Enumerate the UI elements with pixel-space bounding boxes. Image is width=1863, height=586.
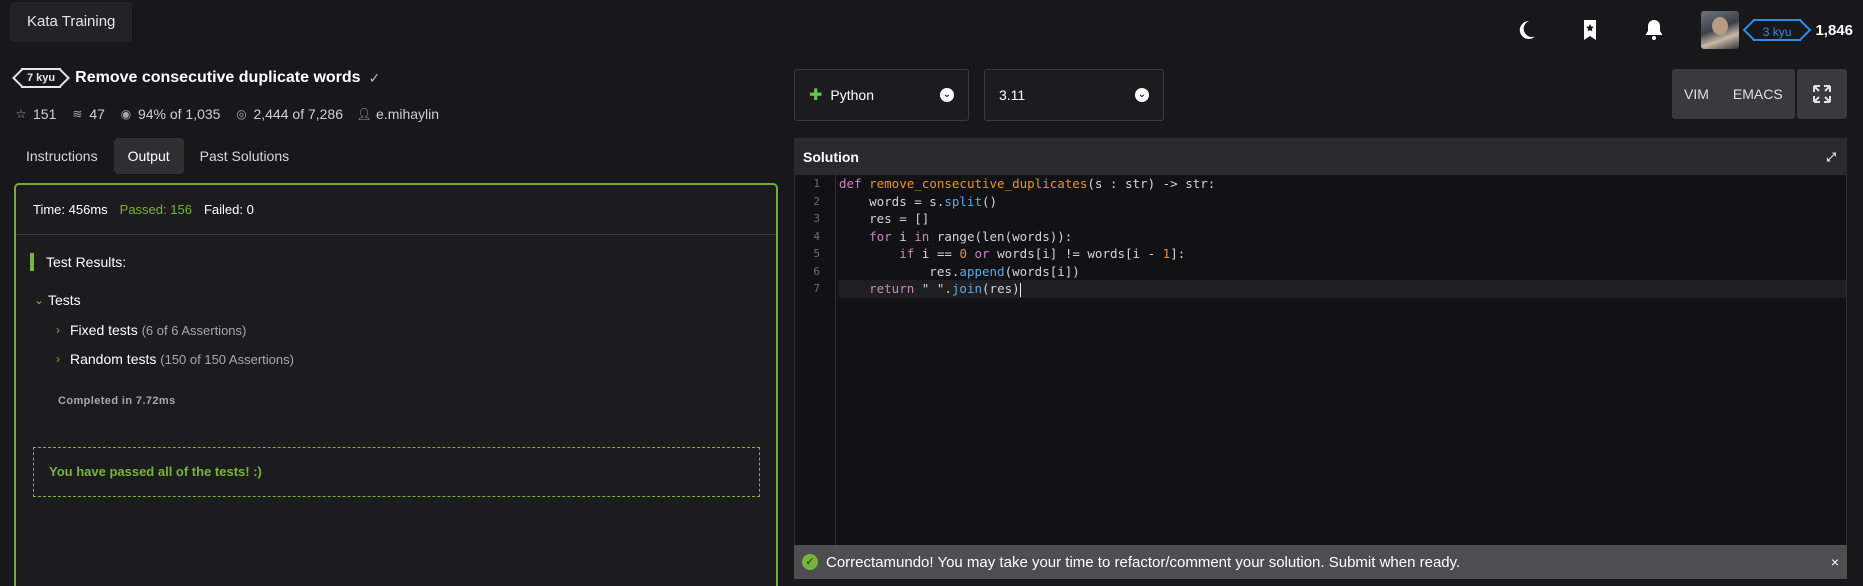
satisfaction-value: 94% <box>137 106 166 122</box>
language-value: Python <box>830 87 874 103</box>
solution-panel: Solution ⤢ 1 2 3 4 5 6 7 def remove_cons… <box>794 138 1847 578</box>
author-name[interactable]: e.mihaylin <box>376 106 439 122</box>
output-panel: Time: 456ms Passed: 156 Failed: 0 Test R… <box>14 183 778 586</box>
completed-time: Completed in 7.72ms <box>58 395 176 407</box>
output-summary: Time: 456ms Passed: 156 Failed: 0 <box>16 185 776 235</box>
user-icon: 👤︎ <box>356 107 372 121</box>
line-number: 5 <box>813 247 820 260</box>
user-rank: 3 kyu <box>1752 19 1802 41</box>
code-line-active: return " ".join(res) <box>839 280 1846 298</box>
collections-stat[interactable]: ≋ 47 <box>70 106 105 122</box>
line-number: 1 <box>813 177 820 190</box>
author-stat[interactable]: 👤︎ e.mihaylin <box>356 106 439 122</box>
test-tree: ⌄ Tests › Fixed tests (6 of 6 Assertions… <box>34 290 294 367</box>
line-number: 2 <box>813 194 820 208</box>
tab-instructions[interactable]: Instructions <box>12 138 112 174</box>
version-select[interactable]: 3.11 ⌄ <box>984 69 1164 121</box>
top-icons: 3 kyu 1,846 <box>1477 10 1853 50</box>
test-results-title: Test Results: <box>30 253 126 271</box>
kata-header: 7 kyu Remove consecutive duplicate words… <box>14 64 380 92</box>
chevron-down-icon: ⌄ <box>1135 88 1149 102</box>
line-number: 7 <box>813 282 820 295</box>
completed-count: 2,444 <box>253 106 289 122</box>
emacs-button[interactable]: EMACS <box>1721 69 1795 119</box>
random-tests-count: (150 of 150 Assertions) <box>160 351 294 367</box>
notice-message: Correctamundo! You may take your time to… <box>826 553 1461 571</box>
text-cursor <box>1019 282 1021 297</box>
random-tests-label: Random tests <box>70 351 157 367</box>
line-gutter: 1 2 3 4 5 6 7 <box>795 175 836 577</box>
vim-button[interactable]: VIM <box>1672 69 1721 119</box>
top-bar: Kata Training 3 kyu 1,846 <box>0 0 1863 58</box>
kata-stats: ☆ 151 ≋ 47 ◉ 94% of 1,035 ◎ 2,444 of 7,2… <box>14 106 453 122</box>
code-lines[interactable]: def remove_consecutive_duplicates(s : st… <box>839 175 1846 298</box>
expand-icon <box>1813 85 1831 103</box>
attempted-count: of 7,286 <box>292 106 344 122</box>
moon-icon[interactable] <box>1511 15 1541 45</box>
solution-title: Solution <box>803 149 859 165</box>
tab-output[interactable]: Output <box>113 138 184 174</box>
tab-past-solutions[interactable]: Past Solutions <box>186 138 304 174</box>
failed-count: Failed: 0 <box>203 202 254 217</box>
satisfaction-stat: ◉ 94% of 1,035 <box>119 106 221 122</box>
expand-icon[interactable]: ⤢ <box>1826 150 1836 165</box>
pass-message: You have passed all of the tests! :) <box>33 447 760 497</box>
passed-count: Passed: 156 <box>119 202 192 217</box>
completed-check-icon: ✓ <box>368 69 381 86</box>
fixed-tests-group[interactable]: › Fixed tests (6 of 6 Assertions) <box>56 320 246 340</box>
chevron-right-icon: › <box>56 323 60 337</box>
tests-label: Tests <box>48 292 81 308</box>
target-icon: ◎ <box>236 107 247 121</box>
close-icon[interactable]: × <box>1831 554 1839 570</box>
chevron-right-icon: › <box>56 352 60 366</box>
tests-group[interactable]: ⌄ Tests <box>34 290 81 310</box>
eye-icon: ◉ <box>120 107 132 121</box>
chevron-down-icon: ⌄ <box>34 293 45 307</box>
check-circle-icon: ✓ <box>802 554 818 570</box>
avatar[interactable] <box>1700 11 1739 49</box>
kata-tabs: Instructions Output Past Solutions <box>12 138 305 174</box>
random-tests-group[interactable]: › Random tests (150 of 150 Assertions) <box>56 349 294 369</box>
fullscreen-button[interactable] <box>1797 69 1847 119</box>
star-icon: ☆ <box>15 107 27 121</box>
code-line: res.append(words[i]) <box>839 263 1080 279</box>
version-value: 3.11 <box>999 87 1026 103</box>
collections-count: 47 <box>89 106 105 122</box>
code-editor[interactable]: 1 2 3 4 5 6 7 def remove_consecutive_dup… <box>795 175 1846 577</box>
satisfaction-votes: of 1,035 <box>169 106 221 122</box>
solution-header: Solution ⤢ <box>795 139 1846 175</box>
line-number: 6 <box>813 264 820 278</box>
kata-rank-badge: 7 kyu <box>21 68 62 88</box>
fixed-tests-count: (6 of 6 Assertions) <box>141 322 247 338</box>
completed-stat: ◎ 2,444 of 7,286 <box>234 106 343 122</box>
code-line: if i == 0 or words[i] != words[i - 1]: <box>899 246 1186 261</box>
stars-stat[interactable]: ☆ 151 <box>14 106 57 122</box>
code-line: def remove_consecutive_duplicates(s : st… <box>839 176 1216 191</box>
kata-training-link[interactable]: Kata Training <box>10 2 133 42</box>
success-notice: ✓ Correctamundo! You may take your time … <box>794 545 1847 579</box>
chevron-down-icon: ⌄ <box>940 88 954 102</box>
line-number: 3 <box>813 212 820 225</box>
layers-icon: ≋ <box>72 107 83 121</box>
fixed-tests-label: Fixed tests <box>70 322 138 338</box>
language-select[interactable]: ✚ Python ⌄ <box>794 69 969 121</box>
editor-mode-group: VIM EMACS <box>1672 69 1795 119</box>
code-line: words = s.split() <box>839 193 998 209</box>
code-line: res = [] <box>839 211 930 226</box>
line-number: 4 <box>813 229 820 243</box>
stars-count: 151 <box>33 106 57 122</box>
bell-icon[interactable] <box>1639 15 1669 45</box>
user-rank-badge: 3 kyu <box>1752 17 1802 43</box>
code-line: for i in range(len(words)): <box>869 228 1073 244</box>
honor-score: 1,846 <box>1815 21 1853 39</box>
bookmark-icon[interactable] <box>1575 15 1605 45</box>
python-icon: ✚ <box>809 87 823 104</box>
kata-title[interactable]: Remove consecutive duplicate words <box>75 69 360 87</box>
run-time: Time: 456ms <box>33 202 108 217</box>
